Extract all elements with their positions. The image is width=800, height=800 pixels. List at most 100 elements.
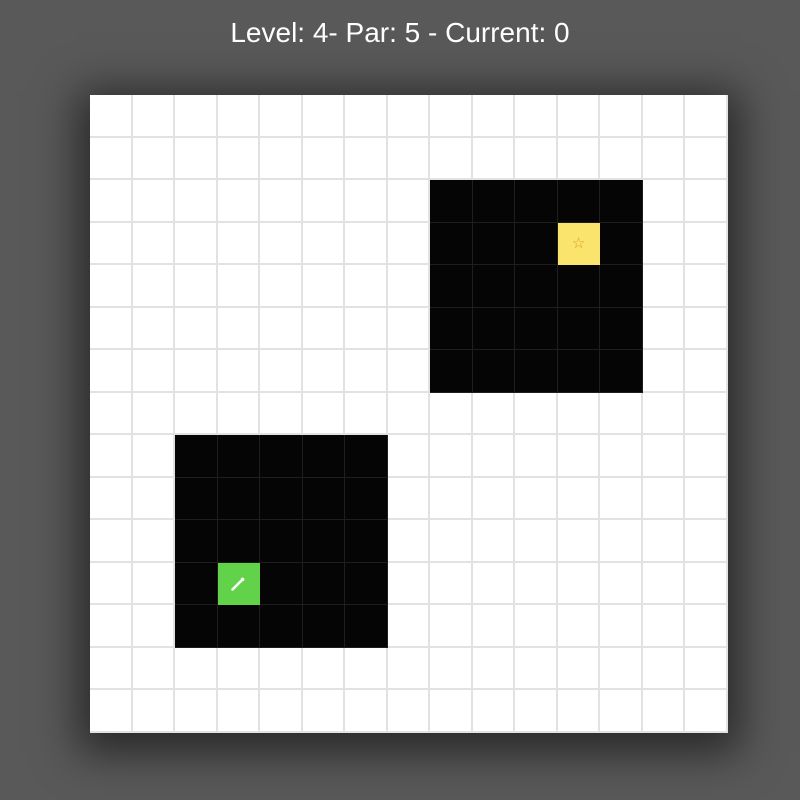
grid-cell[interactable] [642, 265, 686, 308]
grid-cell[interactable] [90, 265, 133, 308]
grid-cell[interactable] [600, 647, 643, 691]
dark-grid-cell[interactable] [600, 222, 643, 266]
grid-cell[interactable] [217, 350, 261, 393]
grid-cell[interactable] [515, 392, 558, 436]
grid-cell[interactable] [387, 222, 431, 266]
dark-grid-cell[interactable] [430, 222, 473, 266]
grid-cell[interactable] [685, 307, 728, 351]
grid-cell[interactable] [132, 222, 176, 266]
grid-cell[interactable] [642, 477, 686, 521]
dark-grid-cell[interactable] [175, 605, 218, 648]
grid-cell[interactable] [132, 265, 176, 308]
grid-cell[interactable] [132, 690, 176, 733]
grid-cell[interactable] [217, 137, 261, 181]
grid-cell[interactable] [600, 95, 643, 138]
dark-grid-cell[interactable] [302, 562, 346, 606]
dark-grid-cell[interactable] [302, 605, 346, 648]
dark-grid-cell[interactable] [175, 477, 218, 521]
grid-cell[interactable] [387, 350, 431, 393]
grid-cell[interactable] [472, 690, 516, 733]
grid-cell[interactable] [557, 647, 601, 691]
grid-cell[interactable] [217, 265, 261, 308]
dark-grid-cell[interactable] [472, 222, 516, 266]
grid-cell[interactable] [642, 690, 686, 733]
dark-grid-cell[interactable] [217, 605, 261, 648]
grid-cell[interactable] [302, 137, 346, 181]
grid-cell[interactable] [642, 307, 686, 351]
grid-cell[interactable] [217, 180, 261, 223]
grid-cell[interactable] [132, 520, 176, 563]
dark-grid-cell[interactable] [600, 180, 643, 223]
dark-grid-cell[interactable] [600, 307, 643, 351]
grid-cell[interactable] [260, 180, 303, 223]
grid-cell[interactable] [132, 350, 176, 393]
grid-cell[interactable] [642, 435, 686, 478]
dark-grid-cell[interactable] [557, 350, 601, 393]
grid-cell[interactable] [600, 435, 643, 478]
grid-cell[interactable] [90, 350, 133, 393]
grid-cell[interactable] [642, 392, 686, 436]
grid-cell[interactable] [642, 180, 686, 223]
grid-cell[interactable] [685, 562, 728, 606]
dark-grid-cell[interactable] [345, 477, 388, 521]
dark-grid-cell[interactable] [600, 350, 643, 393]
grid-cell[interactable] [260, 392, 303, 436]
grid-cell[interactable] [642, 95, 686, 138]
grid-cell[interactable] [600, 690, 643, 733]
grid-cell[interactable] [90, 435, 133, 478]
dark-grid-cell[interactable] [217, 477, 261, 521]
dark-grid-cell[interactable] [515, 307, 558, 351]
grid-cell[interactable] [260, 647, 303, 691]
grid-cell[interactable] [642, 222, 686, 266]
grid-cell[interactable] [685, 222, 728, 266]
grid-cell[interactable] [557, 137, 601, 181]
grid-cell[interactable] [472, 520, 516, 563]
grid-cell[interactable] [217, 307, 261, 351]
dark-grid-cell[interactable] [472, 307, 516, 351]
grid-cell[interactable] [345, 265, 388, 308]
grid-cell[interactable] [430, 95, 473, 138]
grid-cell[interactable] [132, 605, 176, 648]
grid-cell[interactable] [685, 95, 728, 138]
grid-cell[interactable] [132, 95, 176, 138]
grid-cell[interactable] [302, 690, 346, 733]
grid-cell[interactable] [515, 605, 558, 648]
game-board[interactable]: ☆ [90, 95, 728, 733]
grid-cell[interactable] [557, 562, 601, 606]
grid-cell[interactable] [387, 477, 431, 521]
grid-cell[interactable] [685, 477, 728, 521]
grid-cell[interactable] [132, 435, 176, 478]
dark-grid-cell[interactable] [472, 265, 516, 308]
grid-cell[interactable] [472, 647, 516, 691]
grid-cell[interactable] [90, 605, 133, 648]
grid-cell[interactable] [302, 647, 346, 691]
dark-grid-cell[interactable] [430, 307, 473, 351]
grid-cell[interactable] [472, 392, 516, 436]
grid-cell[interactable] [387, 562, 431, 606]
grid-cell[interactable] [642, 647, 686, 691]
grid-cell[interactable] [90, 95, 133, 138]
grid-cell[interactable] [387, 690, 431, 733]
grid-cell[interactable] [472, 435, 516, 478]
grid-cell[interactable] [515, 95, 558, 138]
grid-cell[interactable] [515, 435, 558, 478]
grid-cell[interactable] [345, 222, 388, 266]
dark-grid-cell[interactable] [515, 350, 558, 393]
dark-grid-cell[interactable] [175, 562, 218, 606]
grid-cell[interactable] [90, 690, 133, 733]
grid-cell[interactable] [90, 520, 133, 563]
grid-cell[interactable] [685, 392, 728, 436]
grid-cell[interactable] [430, 137, 473, 181]
dark-grid-cell[interactable] [175, 435, 218, 478]
grid-cell[interactable] [175, 137, 218, 181]
grid-cell[interactable] [387, 392, 431, 436]
grid-cell[interactable] [217, 690, 261, 733]
grid-cell[interactable] [217, 95, 261, 138]
grid-cell[interactable] [345, 350, 388, 393]
grid-cell[interactable] [302, 392, 346, 436]
grid-cell[interactable] [472, 605, 516, 648]
grid-cell[interactable] [90, 647, 133, 691]
grid-cell[interactable] [515, 520, 558, 563]
grid-cell[interactable] [260, 222, 303, 266]
grid-cell[interactable] [600, 520, 643, 563]
